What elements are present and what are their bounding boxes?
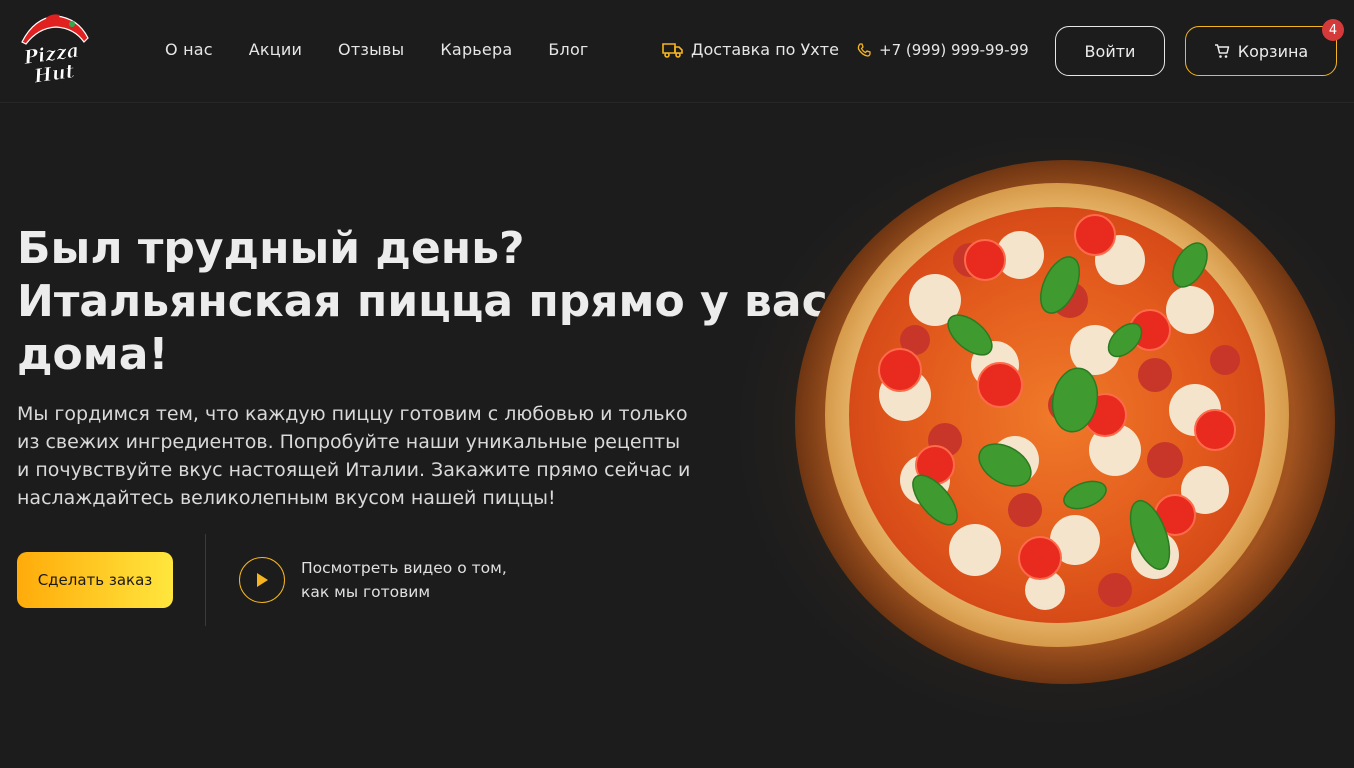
video-link-text[interactable]: Посмотреть видео о том, как мы готовим: [301, 556, 561, 604]
delivery-label: Доставка по Ухте: [691, 40, 839, 59]
hero-title-line: Был трудный день?: [17, 223, 525, 274]
play-video-button[interactable]: [239, 557, 285, 603]
nav-link-reviews[interactable]: Отзывы: [338, 38, 404, 62]
hero-text-line: наслаждайтесь великолепным вкусом нашей …: [17, 487, 556, 509]
divider: [205, 534, 206, 626]
landing-page: Pizza Hut О нас Акции Отзывы Карьера Бло…: [0, 0, 1354, 768]
logo-word-hut: Hut: [32, 60, 76, 88]
phone-icon: [857, 43, 871, 57]
login-button[interactable]: Войти: [1055, 26, 1165, 76]
hero-text-line: и почувствуйте вкус настоящей Италии. За…: [17, 459, 691, 481]
site-header: Pizza Hut О нас Акции Отзывы Карьера Бло…: [0, 0, 1354, 103]
nav-link-blog[interactable]: Блог: [548, 38, 588, 62]
truck-icon: [662, 43, 683, 58]
cart-label: Корзина: [1237, 41, 1309, 61]
hero-title-line: дома!: [17, 329, 169, 380]
cart-count-badge: 4: [1322, 19, 1344, 41]
cart-button[interactable]: Корзина: [1185, 26, 1337, 76]
hero-title: Был трудный день? Итальянская пицца прям…: [17, 222, 828, 381]
phone-number[interactable]: +7 (999) 999-99-99: [857, 38, 1029, 62]
cart-icon: [1214, 44, 1229, 58]
video-text-line: как мы готовим: [301, 583, 431, 601]
main-nav: О нас Акции Отзывы Карьера Блог: [165, 38, 625, 62]
hero-description: Мы гордимся тем, что каждую пиццу готови…: [17, 400, 737, 512]
hero-text-line: Мы гордимся тем, что каждую пиццу готови…: [17, 403, 688, 425]
nav-link-promotions[interactable]: Акции: [249, 38, 302, 62]
phone-label: +7 (999) 999-99-99: [879, 41, 1029, 59]
nav-link-about[interactable]: О нас: [165, 38, 213, 62]
nav-link-career[interactable]: Карьера: [440, 38, 512, 62]
pizza-image: [795, 160, 1335, 684]
hero-title-line: Итальянская пицца прямо у вас: [17, 276, 828, 327]
pizza-hut-logo[interactable]: Pizza Hut: [16, 12, 92, 88]
hero-text-line: из свежих ингредиентов. Попробуйте наши …: [17, 431, 681, 453]
play-icon: [257, 573, 268, 587]
delivery-city[interactable]: Доставка по Ухте: [662, 38, 839, 62]
order-button[interactable]: Сделать заказ: [17, 552, 173, 608]
video-text-line: Посмотреть видео о том,: [301, 559, 507, 577]
